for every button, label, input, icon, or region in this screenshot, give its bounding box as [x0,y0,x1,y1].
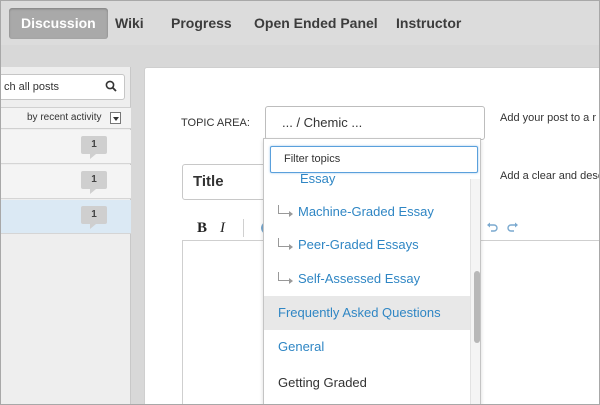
topic-option-label: General [278,339,325,354]
topic-option-label: Machine-Graded Essay [298,204,434,219]
tab-open-ended-panel[interactable]: Open Ended Panel [254,8,378,39]
topic-option-label: Frequently Asked Questions [278,305,441,320]
search-icon[interactable] [105,80,117,92]
child-arrow-icon [278,238,293,250]
italic-button[interactable]: I [220,220,225,237]
topic-help-text: Add your post to a r [500,112,596,124]
comment-count-badge: 1 [81,206,107,229]
comment-count-badge: 1 [81,171,107,194]
topic-option-label: Essay [300,171,336,186]
thread-item-selected[interactable]: 1 [1,200,131,234]
topic-option[interactable]: Peer-Graded Essays [264,228,470,262]
sort-control: by recent activity [1,107,131,129]
topic-option-label: Peer-Graded Essays [298,237,419,252]
dropdown-scrollbar[interactable] [470,179,480,404]
redo-icon[interactable] [507,222,519,232]
title-help-text: Add a clear and desc [500,170,600,182]
topic-dropdown-menu: Filter topics Essay Machine-Graded Essay… [263,138,481,404]
toolbar-divider [243,219,244,237]
topic-option-label: Self-Assessed Essay [298,271,421,286]
topic-option[interactable]: General [264,330,470,364]
topic-area-label: TOPIC AREA: [181,117,250,129]
thread-item[interactable]: 1 [1,130,131,164]
topic-area-select[interactable]: ... / Chemic ... [265,106,485,140]
child-arrow-icon [278,205,293,217]
tab-wiki[interactable]: Wiki [115,8,144,39]
app-frame: Discussion Wiki Progress Open Ended Pane… [0,0,600,405]
topic-option[interactable]: Self-Assessed Essay [264,262,470,296]
thread-sidebar: ch all posts by recent activity 1 1 1 [1,67,131,404]
topic-option-hovered[interactable]: Frequently Asked Questions [264,296,470,330]
search-posts-text: ch all posts [4,81,60,93]
sort-label: by recent activity [27,112,102,123]
topic-option-label: Getting Graded [278,375,367,390]
search-posts-input[interactable]: ch all posts [1,74,125,100]
course-nav: Discussion Wiki Progress Open Ended Pane… [1,1,599,45]
topic-option[interactable]: Getting Graded [264,366,470,400]
tab-discussion[interactable]: Discussion [9,8,108,39]
scrollbar-thumb[interactable] [474,271,480,343]
tab-instructor[interactable]: Instructor [396,8,461,39]
child-arrow-icon [278,272,293,284]
comment-count-badge: 1 [81,136,107,159]
topic-option[interactable]: Machine-Graded Essay [264,195,470,229]
tab-progress[interactable]: Progress [171,8,232,39]
topic-option[interactable]: Essay [264,162,470,196]
sort-dropdown[interactable] [110,112,121,124]
thread-item[interactable]: 1 [1,165,131,199]
bold-button[interactable]: B [197,220,207,237]
undo-icon[interactable] [486,222,498,232]
